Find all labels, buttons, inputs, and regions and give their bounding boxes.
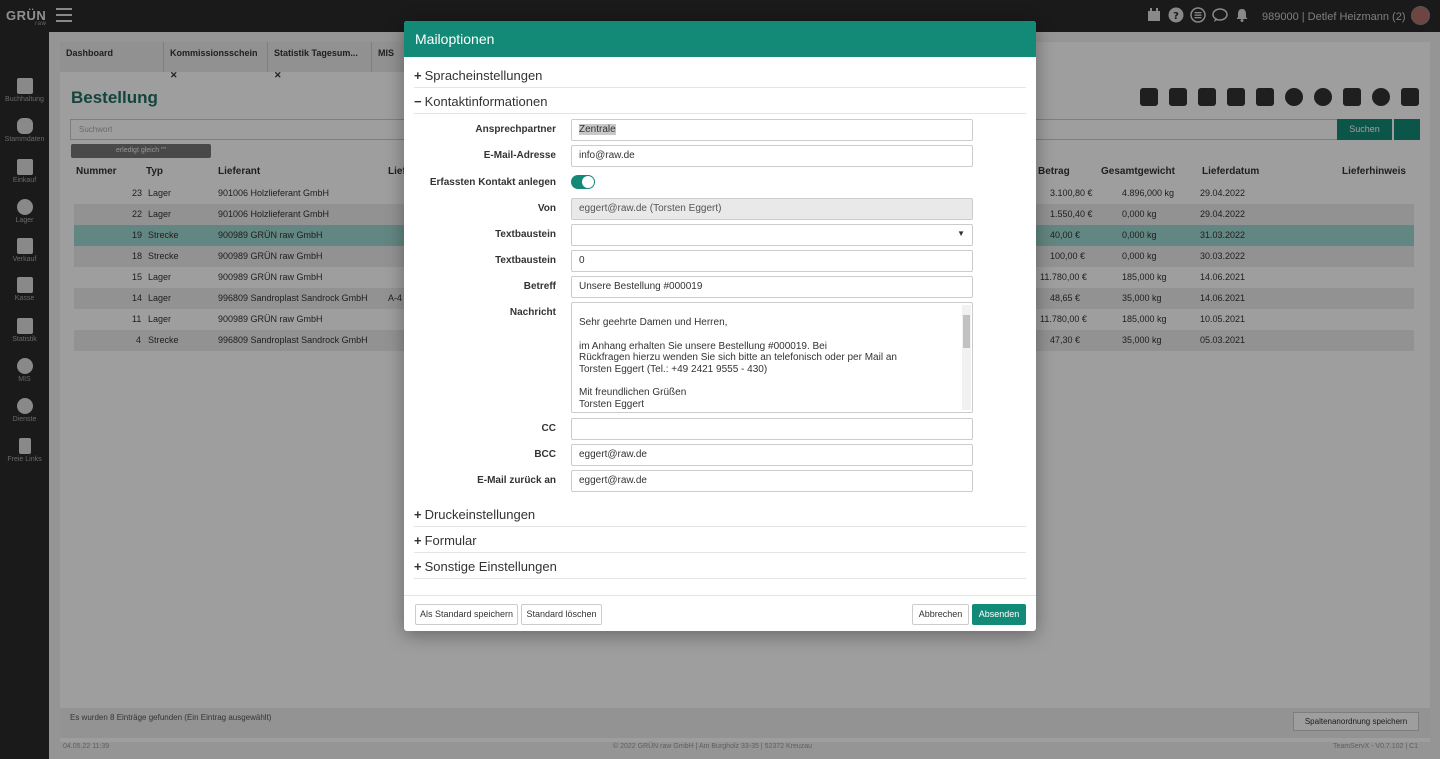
message-line: Mit freundlichen Grüßen <box>579 387 687 398</box>
scrollbar-thumb[interactable] <box>963 315 970 348</box>
kontakt-anlegen-label: Erfassten Kontakt anlegen <box>429 177 556 188</box>
reply-to-field[interactable]: eggert@raw.de <box>571 470 973 492</box>
message-line: Torsten Eggert (Tel.: +49 2421 9555 - 43… <box>579 363 768 375</box>
nachricht-label: Nachricht <box>509 307 556 318</box>
bcc-field[interactable]: eggert@raw.de <box>571 444 973 466</box>
message-line: im Anhang erhalten Sie unsere Bestellung… <box>579 340 827 352</box>
toggle-knob <box>582 176 594 188</box>
nachricht-textarea[interactable]: Sehr geehrte Damen und Herren, im Anhang… <box>571 302 973 413</box>
textbaustein-2-field[interactable]: 0 <box>571 250 973 272</box>
section-label: Druckeinstellungen <box>424 507 536 522</box>
betreff-label: Betreff <box>523 281 556 292</box>
dialog-footer: Als Standard speichern Standard löschen … <box>404 595 1036 631</box>
section-label: Kontaktinformationen <box>424 94 548 109</box>
cc-field[interactable] <box>571 418 973 440</box>
textarea-scrollbar[interactable] <box>962 305 971 410</box>
cancel-button[interactable]: Abbrechen <box>912 604 969 625</box>
section-formular[interactable]: + Formular <box>414 529 1026 553</box>
von-field: eggert@raw.de (Torsten Eggert) <box>571 198 973 220</box>
expand-icon: + <box>414 559 422 574</box>
email-label: E-Mail-Adresse <box>483 150 556 161</box>
mailoptionen-dialog: Mailoptionen + Spracheinstellungen − Konta… <box>404 21 1036 631</box>
ansprechpartner-field[interactable]: Zentrale <box>571 119 973 141</box>
message-line: Sehr geehrte Damen und Herren, <box>579 317 728 328</box>
section-spracheinstellungen[interactable]: + Spracheinstellungen <box>414 64 1026 88</box>
section-label: Sonstige Einstellungen <box>424 559 557 574</box>
send-button[interactable]: Absenden <box>972 604 1026 625</box>
message-line: Rückfragen hierzu wenden Sie sich bitte … <box>579 352 897 363</box>
collapse-icon: − <box>414 94 422 109</box>
email-field[interactable]: info@raw.de <box>571 145 973 167</box>
message-line: Torsten Eggert <box>579 398 645 410</box>
section-label: Spracheinstellungen <box>424 68 543 83</box>
cc-label: CC <box>541 423 556 434</box>
bcc-label: BCC <box>534 449 556 460</box>
kontakt-anlegen-toggle[interactable] <box>571 175 595 189</box>
textbaustein-label: Textbaustein <box>495 229 556 240</box>
section-druckeinstellungen[interactable]: + Druckeinstellungen <box>414 503 1026 527</box>
von-label: Von <box>537 203 556 214</box>
section-sonstige-einstellungen[interactable]: + Sonstige Einstellungen <box>414 555 1026 579</box>
textbaustein-select[interactable]: ▼ <box>571 224 973 246</box>
ansprechpartner-label: Ansprechpartner <box>475 124 556 135</box>
save-default-button[interactable]: Als Standard speichern <box>415 604 518 625</box>
section-label: Formular <box>424 533 477 548</box>
textbaustein-2-label: Textbaustein <box>495 255 556 266</box>
dialog-title: Mailoptionen <box>404 21 1036 57</box>
betreff-field[interactable]: Unsere Bestellung #000019 <box>571 276 973 298</box>
ansprechpartner-value: Zentrale <box>579 124 616 135</box>
expand-icon: + <box>414 533 422 548</box>
reply-to-label: E-Mail zurück an <box>477 475 556 486</box>
caret-down-icon: ▼ <box>957 229 965 238</box>
expand-icon: + <box>414 68 422 83</box>
expand-icon: + <box>414 507 422 522</box>
delete-default-button[interactable]: Standard löschen <box>521 604 602 625</box>
section-kontaktinformationen[interactable]: − Kontaktinformationen <box>414 90 1026 114</box>
